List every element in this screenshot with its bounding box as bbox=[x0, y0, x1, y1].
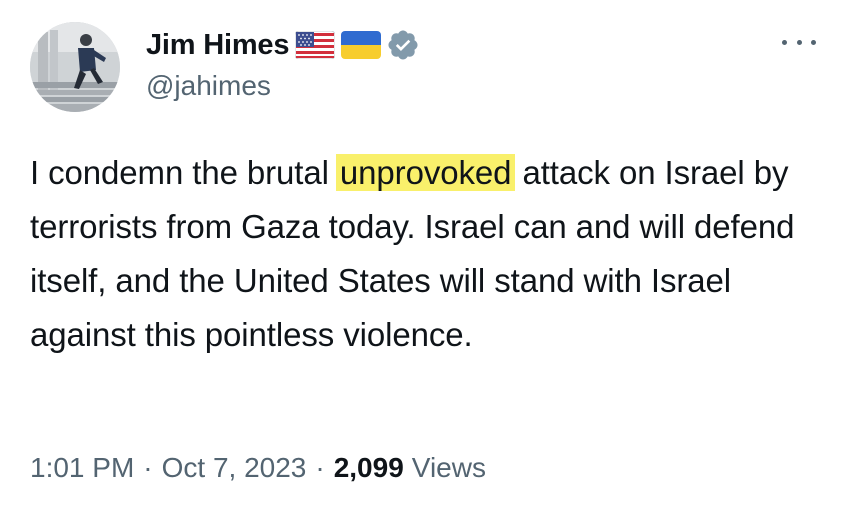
tweet-text-before: I condemn the brutal bbox=[30, 154, 338, 191]
avatar[interactable] bbox=[30, 22, 120, 112]
tweet-time[interactable]: 1:01 PM bbox=[30, 452, 134, 484]
meta-separator: · bbox=[315, 452, 325, 483]
tweet-text: I condemn the brutal unprovoked attack o… bbox=[30, 146, 820, 362]
views-count[interactable]: 2,099 bbox=[334, 452, 404, 484]
verified-badge-icon[interactable] bbox=[386, 28, 420, 62]
author-display-name[interactable]: Jim Himes bbox=[146, 29, 289, 62]
more-options-icon[interactable] bbox=[782, 30, 816, 54]
name-row: Jim Himes bbox=[146, 22, 420, 68]
avatar-image bbox=[30, 22, 120, 112]
views-label: Views bbox=[411, 452, 486, 483]
meta-separator: · bbox=[143, 452, 153, 483]
tweet-text-highlight: unprovoked bbox=[335, 154, 516, 191]
us-flag-icon bbox=[295, 31, 336, 59]
more-dot bbox=[796, 39, 802, 45]
tweet-header: Jim Himes @jahimes bbox=[146, 22, 420, 102]
more-dot bbox=[811, 39, 816, 45]
ukraine-flag-icon bbox=[341, 31, 382, 59]
tweet-meta: 1:01 PM · Oct 7, 2023 · 2,099 Views bbox=[30, 452, 486, 484]
author-handle[interactable]: @jahimes bbox=[146, 70, 420, 102]
more-dot bbox=[782, 39, 787, 45]
tweet-date[interactable]: Oct 7, 2023 bbox=[162, 452, 307, 484]
